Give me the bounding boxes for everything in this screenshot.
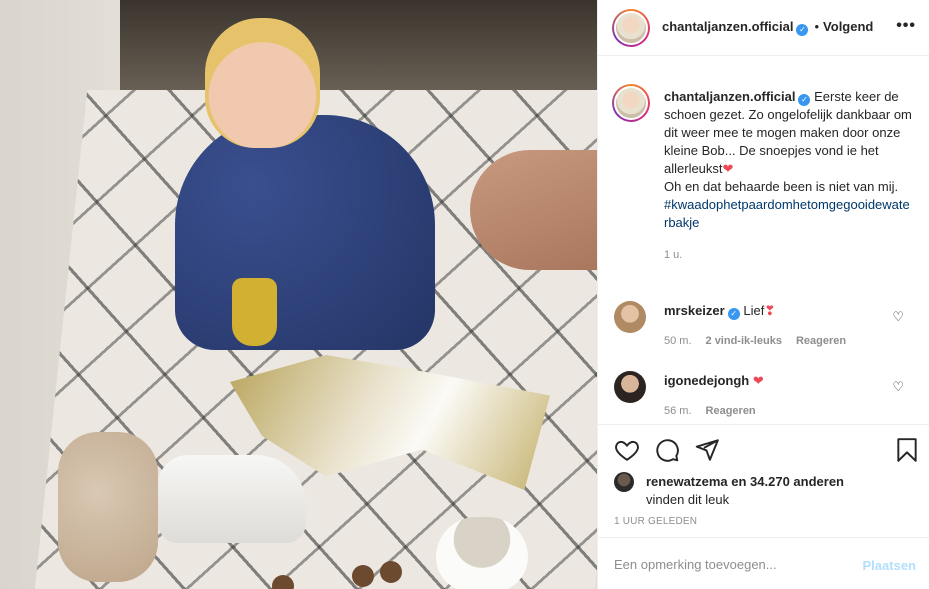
post-actions: renewatzema en 34.270 anderen vinden dit… — [598, 424, 929, 537]
photo-child-body — [175, 115, 435, 350]
heart-icon[interactable] — [614, 437, 640, 463]
comment-username[interactable]: igonedejongh — [664, 373, 749, 388]
verified-badge-icon: ✓ — [796, 24, 809, 36]
photo-background — [120, 0, 597, 95]
following-button[interactable]: Volgend — [823, 19, 873, 34]
bookmark-icon[interactable] — [894, 437, 920, 463]
comment-item: mrskeizer ✓ Lief❣ — [664, 303, 775, 320]
post-comment-button[interactable]: Plaatsen — [863, 558, 916, 573]
verified-badge-icon: ✓ — [798, 94, 811, 106]
comment-avatar[interactable] — [614, 371, 646, 403]
comment-time[interactable]: 56 m. — [664, 405, 692, 417]
caption-username[interactable]: chantaljanzen.official — [664, 89, 795, 104]
likes-rest[interactable]: en 34.270 anderen — [728, 474, 844, 489]
likes-summary: renewatzema en 34.270 anderen vinden dit… — [646, 473, 844, 509]
comment-reply-button[interactable]: Reageren — [796, 335, 846, 347]
photo-candy — [352, 565, 374, 587]
comment-reply-button[interactable]: Reageren — [706, 405, 756, 417]
share-icon[interactable] — [694, 437, 720, 463]
author-username[interactable]: chantaljanzen.official — [662, 19, 793, 34]
red-heart-emoji-icon: ❤ — [752, 373, 764, 388]
photo-sock — [232, 278, 277, 346]
caption-time[interactable]: 1 u. — [664, 246, 914, 264]
comment-avatar[interactable] — [614, 301, 646, 333]
likes-suffix: vinden dit leuk — [646, 492, 730, 507]
more-horizontal-icon[interactable]: ••• — [896, 17, 916, 35]
post-header: chantaljanzen.official ✓ • Volgend ••• — [598, 0, 929, 56]
liker-avatar[interactable] — [614, 472, 634, 492]
author-avatar[interactable] — [612, 9, 650, 47]
post-photo[interactable] — [0, 0, 597, 589]
comment-meta: 50 m. 2 vind-ik-leuks Reageren — [664, 335, 846, 347]
comment-item: igonedejongh ❤ — [664, 373, 764, 389]
photo-bowl — [436, 517, 528, 589]
comment-like-icon[interactable]: ♡ — [892, 379, 904, 395]
add-comment-bar: Plaatsen — [598, 537, 929, 589]
author-line: chantaljanzen.official ✓ • Volgend — [662, 19, 873, 36]
comment-meta: 56 m. Reageren — [664, 405, 756, 417]
separator-dot: • — [814, 19, 820, 34]
photo-child-head — [205, 18, 320, 148]
caption-avatar[interactable] — [612, 84, 650, 122]
photo-plush-toy — [58, 432, 158, 582]
verified-badge-icon: ✓ — [727, 308, 740, 320]
post-side-panel: chantaljanzen.official ✓ • Volgend ••• chan… — [597, 0, 929, 589]
comments-section: chantaljanzen.official ✓ Eerste keer de s… — [598, 56, 929, 424]
caption-hashtag[interactable]: #kwaadophetpaardomhetomgegooidewaterbakj… — [664, 197, 910, 230]
photo-shoe — [158, 455, 306, 543]
comment-icon[interactable] — [654, 437, 680, 463]
caption: chantaljanzen.official ✓ Eerste keer de s… — [664, 88, 914, 264]
photo-leg — [470, 150, 597, 270]
caption-text-2: Oh en dat behaarde been is niet van mij. — [664, 179, 899, 194]
photo-candy — [380, 561, 402, 583]
red-heart-emoji-icon: ❤ — [722, 161, 734, 176]
heart-exclamation-emoji-icon: ❣ — [764, 303, 776, 318]
liker-username[interactable]: renewatzema — [646, 474, 728, 489]
comment-input[interactable] — [614, 552, 844, 576]
comment-text: Lief — [743, 303, 765, 318]
comment-likes[interactable]: 2 vind-ik-leuks — [706, 335, 782, 347]
comment-username[interactable]: mrskeizer — [664, 303, 725, 318]
comment-time[interactable]: 50 m. — [664, 335, 692, 347]
comment-like-icon[interactable]: ♡ — [892, 309, 904, 325]
post-time[interactable]: 1 UUR GELEDEN — [614, 516, 697, 527]
